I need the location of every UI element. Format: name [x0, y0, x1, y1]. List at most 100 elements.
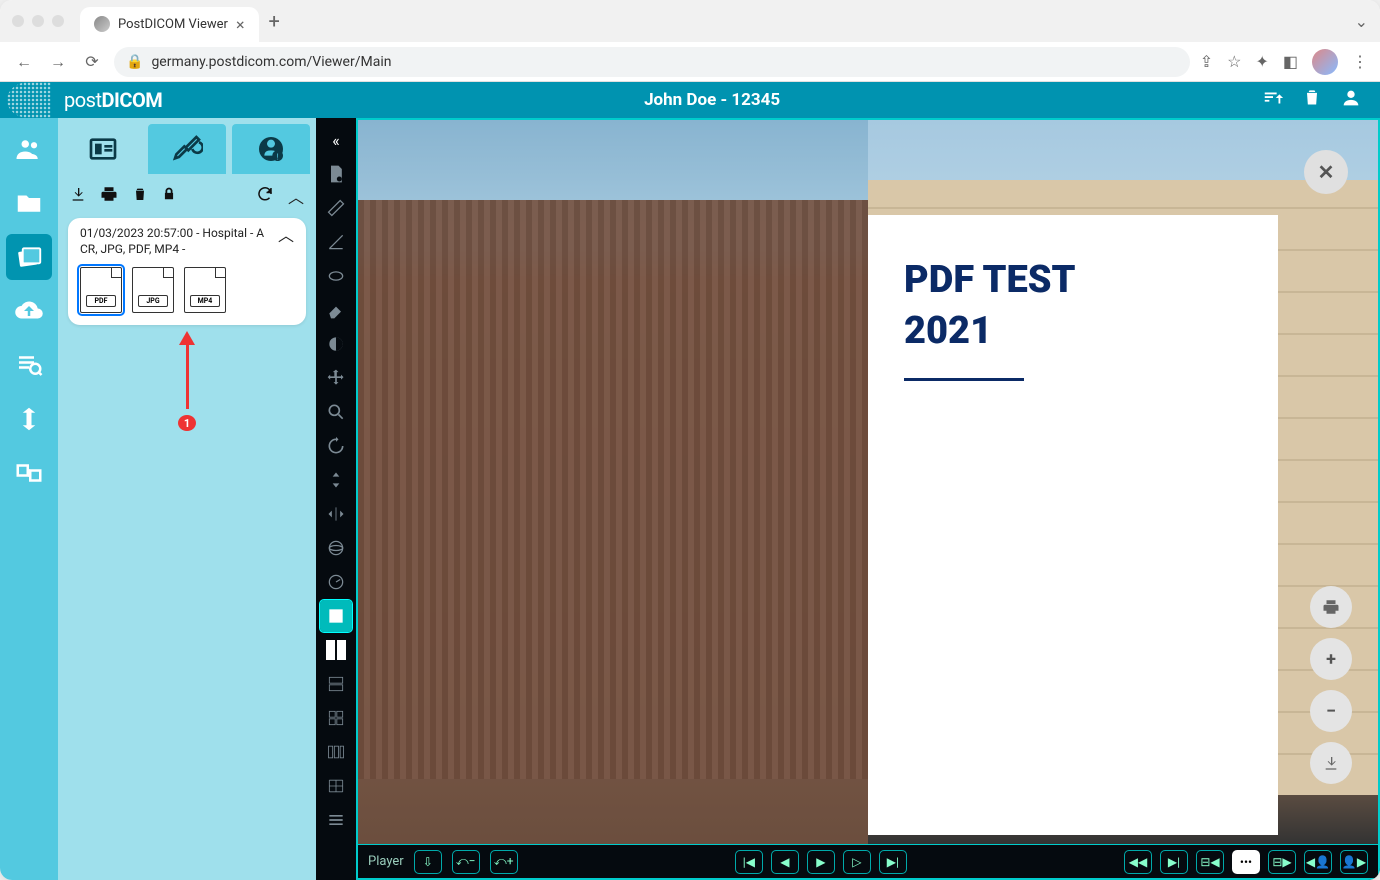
- tool-eraser[interactable]: [320, 294, 352, 326]
- close-tab-icon[interactable]: ×: [236, 15, 245, 34]
- rail-sync[interactable]: [6, 396, 52, 442]
- panel-icon[interactable]: ◧: [1283, 52, 1298, 71]
- fab-zoom-out[interactable]: −: [1310, 690, 1352, 732]
- fab-print[interactable]: [1310, 586, 1352, 628]
- thumb-jpg[interactable]: JPG: [132, 267, 174, 313]
- player-inc[interactable]: ⤺+: [490, 850, 518, 874]
- browser-tab[interactable]: PostDICOM Viewer ×: [80, 7, 259, 42]
- player-prev[interactable]: ◀: [771, 850, 799, 874]
- lock-icon: 🔒: [126, 54, 143, 70]
- thumb-pdf[interactable]: PDF: [80, 267, 122, 313]
- tool-pan[interactable]: [320, 362, 352, 394]
- download-icon[interactable]: [70, 186, 86, 206]
- rail-upload[interactable]: [6, 288, 52, 334]
- extensions-icon[interactable]: ✦: [1255, 52, 1268, 71]
- player-step[interactable]: ▶|: [1160, 850, 1188, 874]
- tab-overflow-icon[interactable]: ⌄: [1355, 12, 1368, 31]
- tool-windowing[interactable]: [320, 328, 352, 360]
- traffic-min[interactable]: [32, 15, 44, 27]
- pdf-page: PDF TEST2021: [868, 215, 1278, 835]
- tool-layout-1x2[interactable]: [320, 668, 352, 700]
- rail-worklist[interactable]: [6, 342, 52, 388]
- player-more[interactable]: •••: [1232, 850, 1260, 874]
- window-controls: [12, 15, 64, 27]
- brand: postDICOM: [64, 88, 162, 112]
- rail-images[interactable]: [6, 234, 52, 280]
- player-next[interactable]: ▷: [843, 850, 871, 874]
- annotation-badge: 1: [178, 415, 196, 431]
- tool-flip-h[interactable]: [320, 498, 352, 530]
- sort-icon[interactable]: [1262, 87, 1284, 113]
- player-first[interactable]: |◀: [735, 850, 763, 874]
- tool-layout-3col[interactable]: [320, 736, 352, 768]
- tool-layout-6[interactable]: [320, 770, 352, 802]
- fab-zoom-in[interactable]: +: [1310, 638, 1352, 680]
- address-bar: ← → ⟳ 🔒 germany.postdicom.com/Viewer/Mai…: [0, 42, 1380, 82]
- left-rail: [0, 118, 58, 880]
- background-left: [358, 120, 868, 844]
- traffic-max[interactable]: [52, 15, 64, 27]
- menu-icon[interactable]: ⋮: [1352, 52, 1368, 71]
- profile-avatar[interactable]: [1312, 49, 1338, 75]
- traffic-close[interactable]: [12, 15, 24, 27]
- tool-angle[interactable]: [320, 226, 352, 258]
- back-button[interactable]: ←: [12, 50, 36, 74]
- reload-button[interactable]: ⟳: [80, 50, 104, 74]
- new-tab-button[interactable]: +: [269, 9, 280, 33]
- player-speed-down[interactable]: ⇩: [414, 850, 442, 874]
- forward-button[interactable]: →: [46, 50, 70, 74]
- tool-measure[interactable]: [320, 192, 352, 224]
- viewer-canvas[interactable]: PDF TEST2021 ✕ + −: [358, 120, 1378, 844]
- logo-icon: [0, 82, 58, 118]
- thumb-mp4[interactable]: MP4: [184, 267, 226, 313]
- rail-folders[interactable]: [6, 180, 52, 226]
- sidetab-info[interactable]: !: [232, 124, 310, 174]
- tool-cine[interactable]: [320, 566, 352, 598]
- player-grid-in[interactable]: ⊟◀: [1196, 850, 1224, 874]
- browser-tab-strip: PostDICOM Viewer × + ⌄: [0, 0, 1380, 42]
- url-field[interactable]: 🔒 germany.postdicom.com/Viewer/Main: [114, 47, 1190, 77]
- tool-document[interactable]: [320, 158, 352, 190]
- bookmark-icon[interactable]: ☆: [1227, 52, 1241, 71]
- tool-layout-1[interactable]: [320, 600, 352, 632]
- player-dec[interactable]: ⤺−: [452, 850, 480, 874]
- study-meta: 01/03/2023 20:57:00 - Hospital - A CR, J…: [80, 226, 278, 257]
- player-user-next[interactable]: 👤▶: [1340, 850, 1368, 874]
- tool-layout-2[interactable]: [320, 634, 352, 666]
- annotation-arrow: 1: [180, 331, 194, 431]
- study-collapse-icon[interactable]: ︿: [278, 226, 294, 247]
- player-last[interactable]: ▶|: [879, 850, 907, 874]
- player-user-prev[interactable]: ◀👤: [1304, 850, 1332, 874]
- user-icon[interactable]: [1340, 87, 1362, 113]
- tool-3d[interactable]: [320, 532, 352, 564]
- player-rewind[interactable]: ◀◀: [1124, 850, 1152, 874]
- close-viewer-button[interactable]: ✕: [1304, 150, 1348, 194]
- sidetab-series[interactable]: [64, 124, 142, 174]
- share-icon[interactable]: ⇪: [1200, 52, 1213, 71]
- sidetab-tools[interactable]: [148, 124, 226, 174]
- tool-ellipse[interactable]: [320, 260, 352, 292]
- app-header: postDICOM John Doe - 12345: [0, 82, 1380, 118]
- player-play[interactable]: ▶: [807, 850, 835, 874]
- tool-rotate[interactable]: [320, 430, 352, 462]
- tool-hamburger[interactable]: [320, 804, 352, 836]
- tool-zoom[interactable]: [320, 396, 352, 428]
- tool-strip: «: [316, 118, 356, 880]
- rail-patients[interactable]: [6, 126, 52, 172]
- trash-icon[interactable]: [1302, 87, 1322, 113]
- tool-layout-grid[interactable]: [320, 702, 352, 734]
- player-grid-out[interactable]: ⊟▶: [1268, 850, 1296, 874]
- url-text: germany.postdicom.com/Viewer/Main: [151, 54, 391, 70]
- tool-flip-v[interactable]: [320, 464, 352, 496]
- player-bar: Player ⇩ ⤺− ⤺+ |◀ ◀ ▶ ▷ ▶| ◀◀ ▶| ⊟◀: [358, 844, 1378, 878]
- refresh-icon[interactable]: [256, 185, 274, 207]
- rail-compare[interactable]: [6, 450, 52, 496]
- print-icon[interactable]: [100, 185, 118, 207]
- collapse-icon[interactable]: ︿: [288, 184, 304, 208]
- fab-download[interactable]: [1310, 742, 1352, 784]
- delete-icon[interactable]: [132, 186, 148, 206]
- lock-icon[interactable]: [162, 186, 176, 206]
- viewer: PDF TEST2021 ✕ + − Player ⇩ ⤺− ⤺+: [356, 118, 1380, 880]
- collapse-panel-icon[interactable]: «: [320, 124, 352, 156]
- svg-text:!: !: [277, 153, 279, 162]
